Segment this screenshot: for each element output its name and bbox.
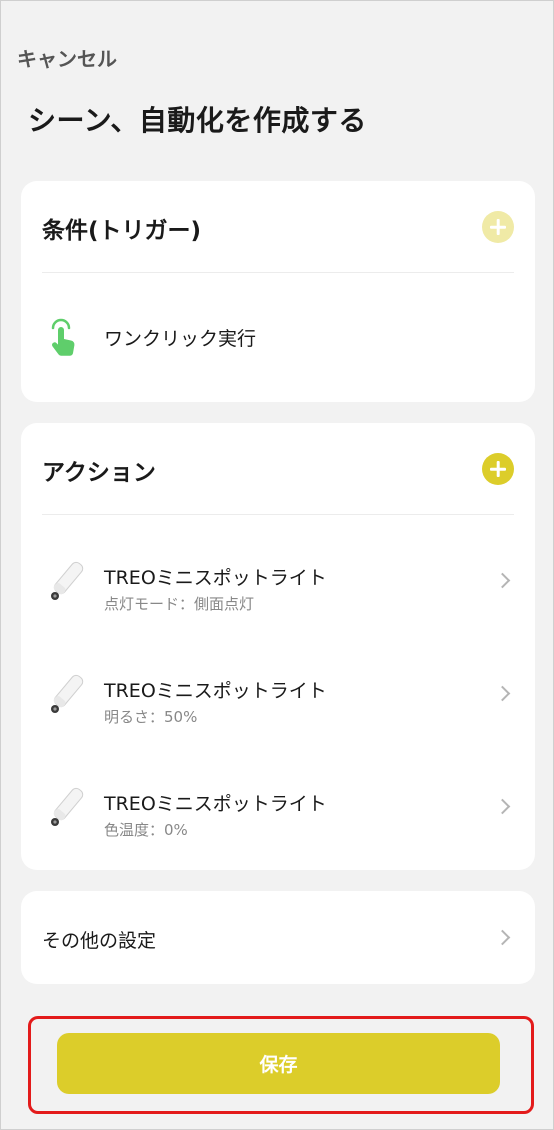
page-title: シーン、自動化を作成する (28, 104, 367, 137)
save-button[interactable]: 保存 (57, 1033, 500, 1094)
conditions-title: 条件(トリガー) (42, 218, 202, 244)
save-highlight-box: 保存 (28, 1016, 534, 1114)
action-device-detail: 明るさ：50% (104, 708, 198, 726)
actions-header: アクション (42, 423, 514, 515)
chevron-right-icon (494, 572, 511, 589)
conditions-card: 条件(トリガー) ワンクリック実行 (21, 181, 535, 402)
action-device-name: TREOミニスポットライト (104, 567, 327, 589)
action-row[interactable]: TREOミニスポットライト 点灯モード：側面点灯 (21, 524, 535, 637)
tap-hand-icon (51, 318, 75, 356)
other-settings-label: その他の設定 (42, 930, 157, 952)
action-row[interactable]: TREOミニスポットライト 明るさ：50% (21, 637, 535, 750)
action-device-detail: 色温度：0% (104, 821, 188, 839)
other-settings-row[interactable]: その他の設定 (21, 891, 535, 984)
action-device-name: TREOミニスポットライト (104, 680, 327, 702)
cancel-button[interactable]: キャンセル (17, 43, 117, 72)
chevron-right-icon (494, 929, 511, 946)
spotlight-icon (51, 787, 84, 826)
actions-title: アクション (42, 460, 156, 486)
action-device-detail: 点灯モード：側面点灯 (104, 595, 255, 613)
action-row[interactable]: TREOミニスポットライト 色温度：0% (21, 750, 535, 863)
action-device-name: TREOミニスポットライト (104, 793, 327, 815)
conditions-header: 条件(トリガー) (42, 181, 514, 273)
add-condition-button[interactable] (482, 211, 514, 243)
trigger-one-click-label[interactable]: ワンクリック実行 (104, 324, 256, 351)
add-action-button[interactable] (482, 453, 514, 485)
actions-card: アクション TREOミニスポットライト 点灯モード：側面点灯 TREOミニスポッ… (21, 423, 535, 870)
spotlight-icon (51, 561, 84, 600)
spotlight-icon (51, 674, 84, 713)
chevron-right-icon (494, 685, 511, 702)
chevron-right-icon (494, 798, 511, 815)
